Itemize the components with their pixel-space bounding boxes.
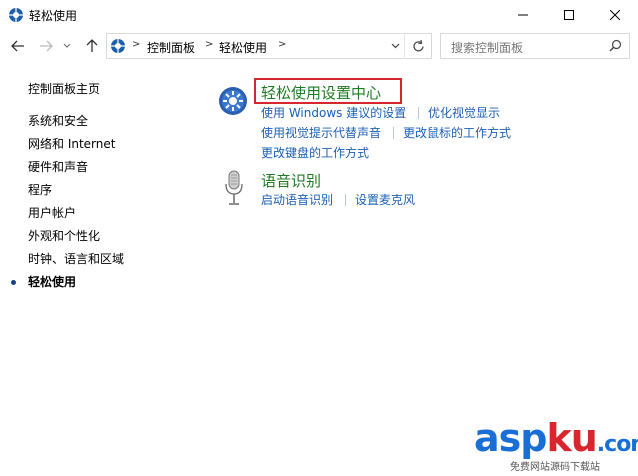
search-input[interactable]: 搜索控制面板 xyxy=(451,39,523,56)
back-arrow-icon xyxy=(11,40,24,52)
active-item-bullet-icon xyxy=(11,280,16,285)
title-bar: 轻松使用 xyxy=(0,0,638,30)
sidebar-item-appearance[interactable]: 外观和个性化 xyxy=(28,227,100,244)
forward-button[interactable] xyxy=(36,36,56,56)
sidebar-item-clock-language[interactable]: 时钟、语言和区域 xyxy=(28,250,124,267)
breadcrumb-control-panel[interactable]: 控制面板 xyxy=(147,39,195,56)
close-icon xyxy=(610,10,620,20)
maximize-icon xyxy=(564,10,574,20)
refresh-icon xyxy=(413,39,424,51)
sidebar-item-network[interactable]: 网络和 Internet xyxy=(28,135,115,152)
chevron-down-icon xyxy=(63,43,71,48)
minimize-button[interactable] xyxy=(500,0,546,30)
highlight-box xyxy=(254,78,402,104)
speech-recognition-title[interactable]: 语音识别 xyxy=(261,170,321,191)
refresh-button[interactable] xyxy=(404,33,432,59)
sidebar-item-home[interactable]: 控制面板主页 xyxy=(28,80,100,97)
up-button[interactable] xyxy=(82,36,102,56)
link-set-up-microphone[interactable]: 设置麦克风 xyxy=(355,191,415,208)
sidebar-item-programs[interactable]: 程序 xyxy=(28,181,52,198)
breadcrumb-ease-of-access[interactable]: 轻松使用 xyxy=(219,39,267,56)
link-visual-cues[interactable]: 使用视觉提示代替声音 xyxy=(261,124,381,141)
watermark-logo: aspku.com 免费网站源码下载站 xyxy=(474,416,638,474)
search-box[interactable]: 搜索控制面板 xyxy=(440,33,630,59)
sidebar-item-user-accounts[interactable]: 用户帐户 xyxy=(28,204,76,221)
minimize-icon xyxy=(518,14,528,16)
search-icon[interactable] xyxy=(609,39,622,52)
link-mouse-settings[interactable]: 更改鼠标的工作方式 xyxy=(403,124,511,141)
link-divider xyxy=(418,107,419,119)
window-title: 轻松使用 xyxy=(29,9,78,23)
watermark-text: aspku.com xyxy=(474,416,638,460)
sidebar-item-system-security[interactable]: 系统和安全 xyxy=(28,112,88,129)
link-start-speech-recognition[interactable]: 启动语音识别 xyxy=(261,191,333,208)
recent-locations-button[interactable] xyxy=(60,36,74,56)
link-recommended-settings[interactable]: 使用 Windows 建议的设置 xyxy=(261,104,406,121)
back-button[interactable] xyxy=(8,36,28,56)
address-bar[interactable]: > 控制面板 > 轻松使用 > xyxy=(106,33,432,59)
forward-arrow-icon xyxy=(40,40,53,52)
maximize-button[interactable] xyxy=(546,0,592,30)
close-button[interactable] xyxy=(592,0,638,30)
microphone-icon[interactable] xyxy=(224,170,244,206)
link-divider xyxy=(393,127,394,139)
link-divider xyxy=(345,194,346,206)
navigation-bar: > 控制面板 > 轻松使用 > 搜索控制面板 xyxy=(0,30,638,62)
sidebar-item-ease-of-access[interactable]: 轻松使用 xyxy=(28,273,76,290)
link-optimize-visual-display[interactable]: 优化视觉显示 xyxy=(428,104,500,121)
ease-of-access-icon[interactable] xyxy=(218,86,248,116)
breadcrumb-separator-icon[interactable]: > xyxy=(205,39,213,50)
breadcrumb-separator-icon[interactable]: > xyxy=(132,39,140,50)
up-arrow-icon xyxy=(86,39,98,52)
sidebar-item-hardware-sound[interactable]: 硬件和声音 xyxy=(28,158,88,175)
breadcrumb-separator-icon[interactable]: > xyxy=(278,39,286,50)
control-panel-icon xyxy=(9,8,23,22)
watermark-subtitle: 免费网站源码下载站 xyxy=(510,462,600,473)
control-panel-icon xyxy=(111,39,125,53)
link-keyboard-settings[interactable]: 更改键盘的工作方式 xyxy=(261,144,369,161)
address-dropdown-icon[interactable] xyxy=(391,43,400,49)
